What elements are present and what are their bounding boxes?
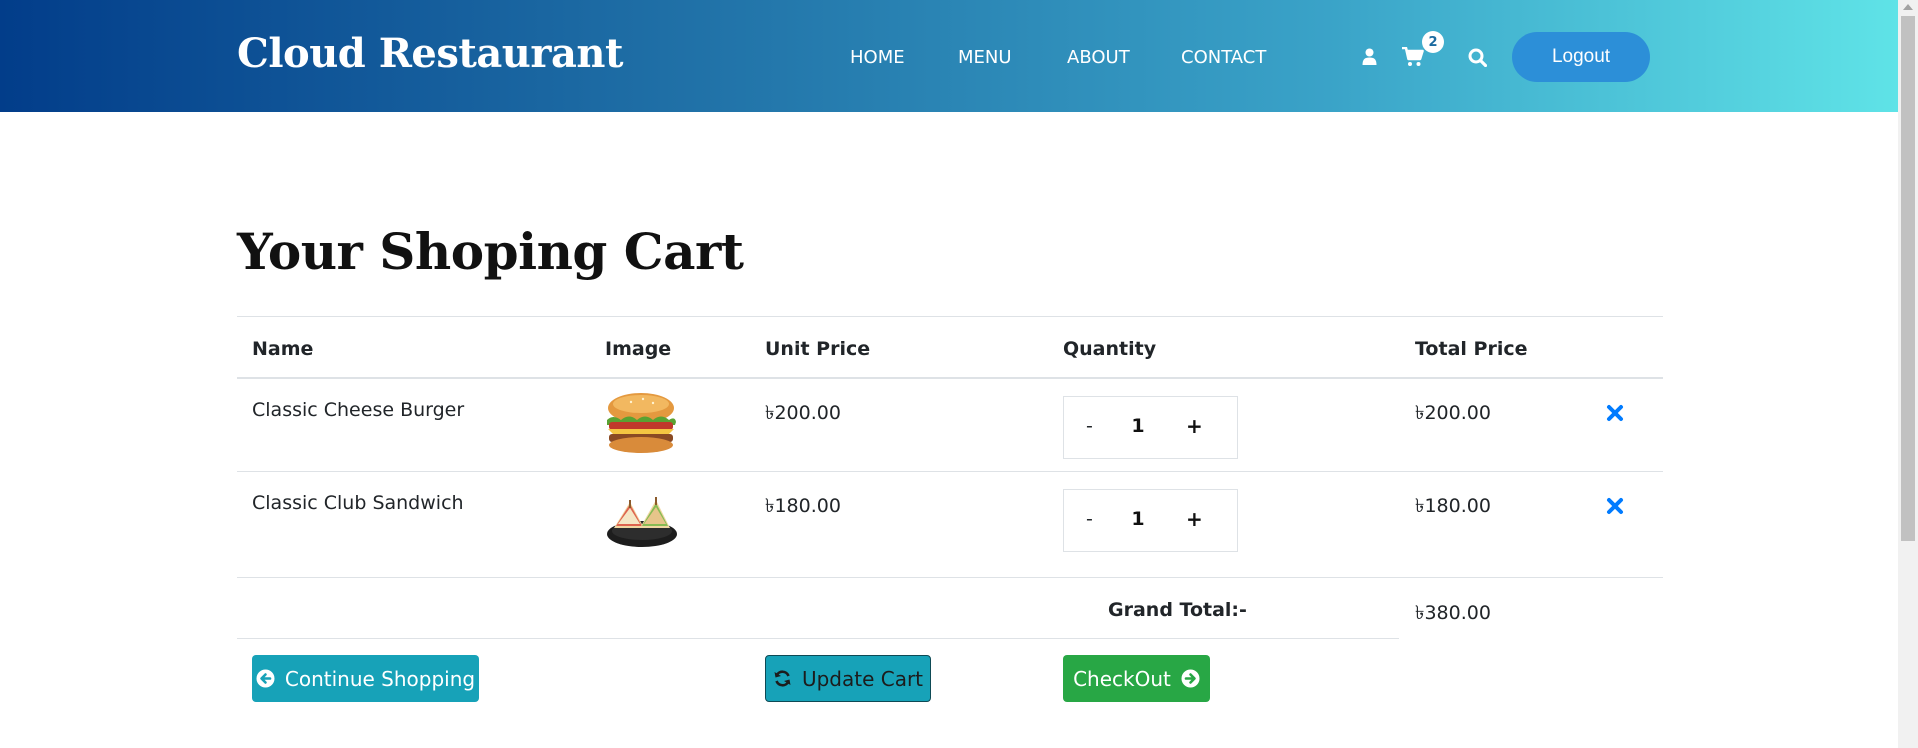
scrollbar-thumb[interactable] [1901,16,1915,541]
quantity-increase-button[interactable]: + [1186,507,1203,531]
cart-icon[interactable] [1402,46,1424,71]
row-divider [237,471,1663,472]
quantity-decrease-button[interactable]: - [1086,415,1093,437]
unit-price: ৳200.00 [765,402,841,424]
total-price: ৳180.00 [1415,495,1491,517]
update-cart-label: Update Cart [801,666,924,691]
item-name: Classic Club Sandwich [252,492,464,514]
nav-menu[interactable]: MENU [958,47,1012,68]
nav-home[interactable]: HOME [850,47,905,68]
quantity-value[interactable]: 1 [1128,415,1148,437]
quantity-value[interactable]: 1 [1128,508,1148,530]
checkout-label: CheckOut [1073,666,1171,691]
quantity-increase-button[interactable]: + [1186,414,1203,438]
column-header-name: Name [252,338,314,360]
table-header-border [237,377,1663,379]
quantity-stepper[interactable]: - 1 + [1063,489,1238,552]
update-cart-button[interactable]: Update Cart [765,655,931,702]
unit-price: ৳180.00 [765,495,841,517]
search-icon[interactable] [1468,48,1488,71]
nav-about[interactable]: ABOUT [1067,47,1130,68]
total-price: ৳200.00 [1415,402,1491,424]
burger-image [603,392,679,458]
brand-logo[interactable]: Cloud Restaurant [237,30,623,77]
site-header: Cloud Restaurant HOME MENU ABOUT CONTACT… [0,0,1898,112]
grand-total-value: ৳380.00 [1415,602,1491,624]
grand-total-label: Grand Total:- [1108,599,1247,621]
refresh-icon [773,669,792,688]
arrow-circle-right-icon [1181,669,1200,688]
scroll-up-arrow-icon[interactable] [1903,4,1913,10]
column-header-total-price: Total Price [1415,338,1528,360]
logout-button[interactable]: Logout [1512,32,1650,82]
row-divider [237,577,1663,578]
cart-count-badge: 2 [1422,31,1444,53]
checkout-button[interactable]: CheckOut [1063,655,1210,702]
continue-shopping-button[interactable]: Continue Shopping [252,655,479,702]
quantity-decrease-button[interactable]: - [1086,508,1093,530]
column-header-image: Image [605,338,672,360]
continue-shopping-label: Continue Shopping [284,666,476,691]
table-top-border [237,316,1663,317]
remove-item-icon[interactable] [1606,497,1624,515]
column-header-quantity: Quantity [1063,338,1157,360]
item-name: Classic Cheese Burger [252,399,465,421]
page-title: Your Shoping Cart [237,222,744,281]
nav-contact[interactable]: CONTACT [1181,47,1266,68]
user-icon[interactable] [1362,48,1377,69]
vertical-scrollbar[interactable] [1898,0,1918,748]
sandwich-image [604,494,680,552]
arrow-circle-left-icon [256,669,275,688]
quantity-stepper[interactable]: - 1 + [1063,396,1238,459]
row-divider [237,638,1399,639]
remove-item-icon[interactable] [1606,404,1624,422]
column-header-unit-price: Unit Price [765,338,871,360]
